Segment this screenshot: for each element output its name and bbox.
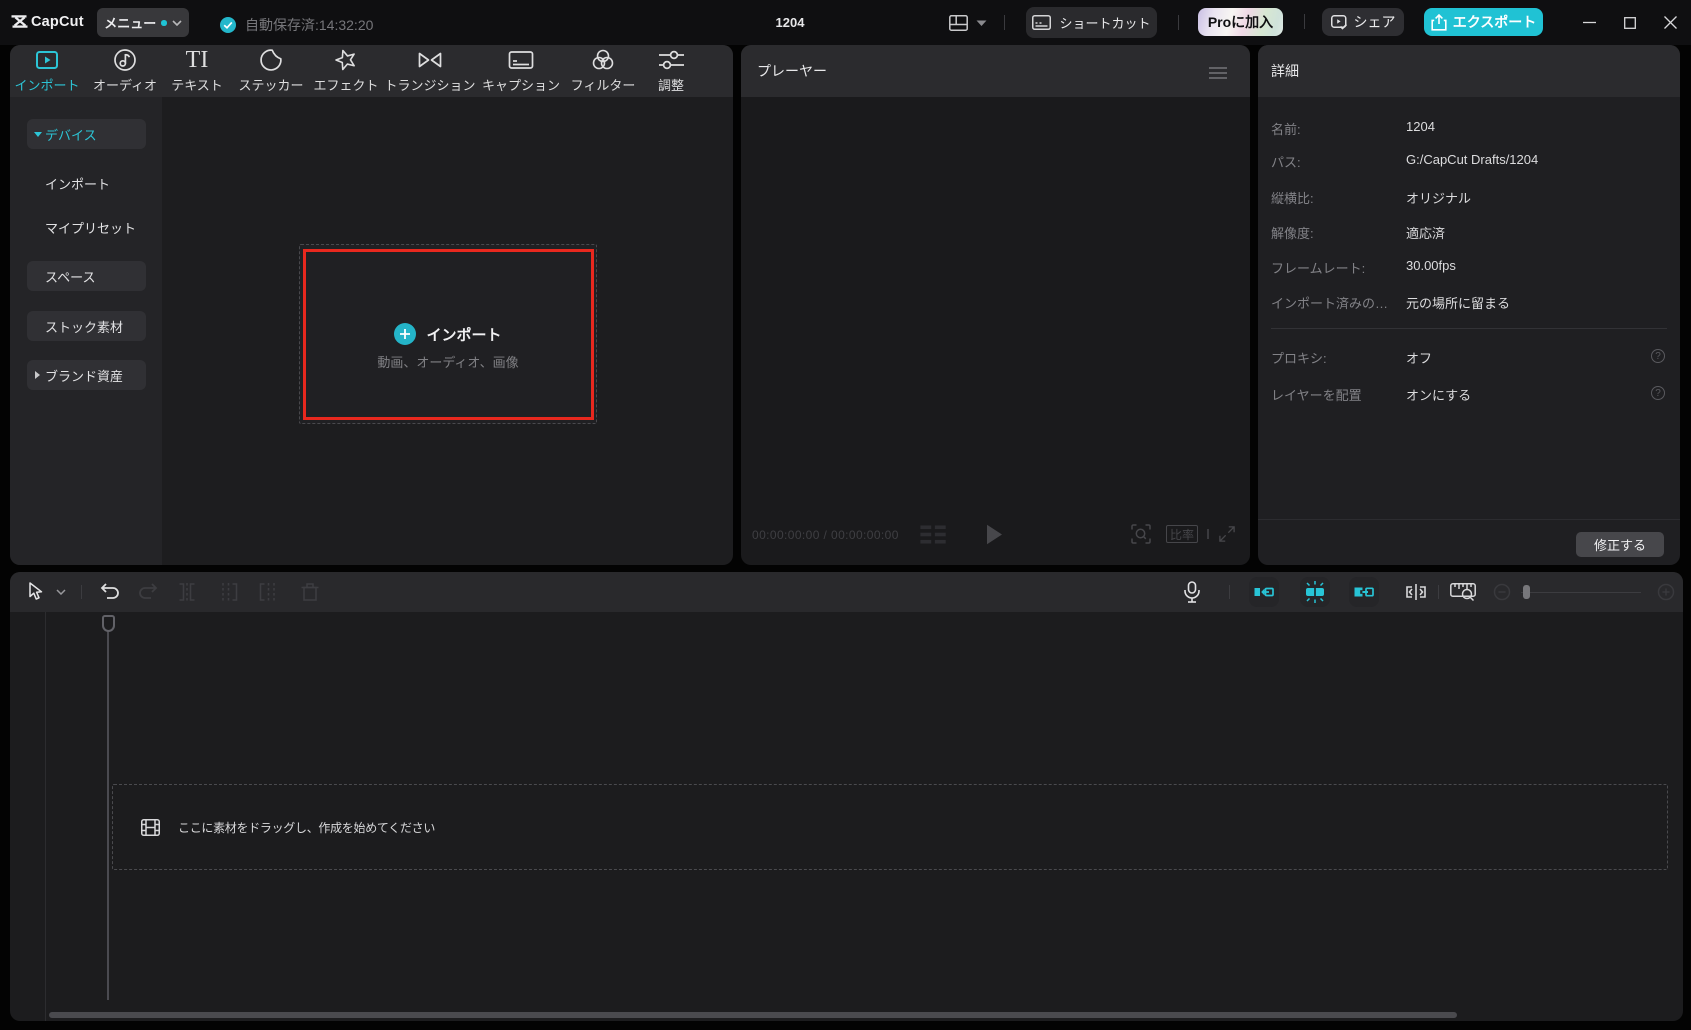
svg-text:TI: TI xyxy=(186,48,209,72)
